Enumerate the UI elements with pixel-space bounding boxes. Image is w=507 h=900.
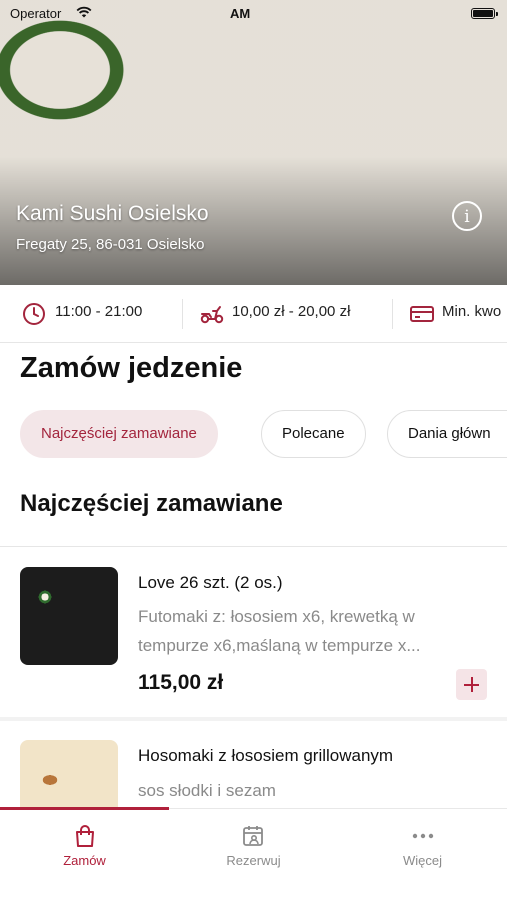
product-description: Futomaki z: łososiem x6, krewetką w temp…	[138, 602, 468, 660]
opening-hours: 11:00 - 21:00	[22, 303, 143, 325]
status-time: AM	[230, 6, 251, 21]
delivery-fee: 10,00 zł - 20,00 zł	[199, 303, 351, 324]
calendar-user-icon	[243, 826, 263, 846]
tab-label: Zamów	[63, 853, 106, 868]
tab-reserve[interactable]: Rezerwuj	[169, 809, 338, 879]
chip-most-ordered[interactable]: Najczęściej zamawiane	[20, 410, 218, 458]
divider	[182, 299, 183, 329]
restaurant-info-strip: 11:00 - 21:00 10,00 zł - 20,00 zł Min. k…	[0, 285, 507, 343]
wifi-icon	[76, 6, 92, 18]
product-image	[20, 567, 118, 665]
carrier-label: Operator	[10, 6, 62, 21]
list-section-title: Najczęściej zamawiane	[20, 490, 283, 517]
chip-main-dishes[interactable]: Dania główn	[387, 410, 507, 458]
scooter-icon	[200, 306, 224, 324]
restaurant-hero-image: Operator AM Kami Sushi Osielsko Fregaty …	[0, 0, 507, 285]
product-price: 115,00 zł	[138, 671, 224, 694]
add-to-cart-button[interactable]	[456, 669, 487, 700]
product-description: sos słodki i sezam	[138, 781, 276, 800]
chip-recommended[interactable]: Polecane	[261, 410, 366, 458]
opening-hours-text: 11:00 - 21:00	[55, 303, 143, 320]
product-name: Love 26 szt. (2 os.)	[138, 573, 283, 592]
status-bar: Operator AM	[0, 0, 507, 28]
bottom-tab-bar: Zamów Rezerwuj Więcej	[0, 807, 507, 900]
product-name: Hosomaki z łososiem grillowanym	[138, 746, 394, 765]
clock-icon	[23, 303, 45, 325]
restaurant-address: Fregaty 25, 86-031 Osielsko	[16, 236, 205, 253]
restaurant-info-button[interactable]: i	[452, 201, 482, 231]
restaurant-name: Kami Sushi Osielsko	[16, 202, 209, 225]
category-chips: Najczęściej zamawiane Polecane Dania głó…	[0, 410, 507, 460]
divider	[392, 299, 393, 329]
card-icon	[410, 306, 434, 322]
tab-more[interactable]: Więcej	[338, 809, 507, 879]
more-dots-icon	[412, 833, 434, 839]
tab-label: Więcej	[402, 853, 442, 868]
delivery-fee-text: 10,00 zł - 20,00 zł	[232, 303, 351, 320]
minimum-order-text: Min. kwo	[442, 303, 502, 320]
product-card[interactable]: Love 26 szt. (2 os.) Futomaki z: łososie…	[0, 547, 507, 717]
product-description-line: Futomaki z: łososiem x6, krewetką w	[138, 607, 415, 626]
product-description-line: tempurze x6,maślaną w tempurze x...	[138, 636, 421, 655]
product-card[interactable]: Hosomaki z łososiem grillowanym sos słod…	[0, 721, 507, 808]
tab-label: Rezerwuj	[226, 853, 281, 868]
page-title: Zamów jedzenie	[20, 352, 243, 384]
battery-icon	[471, 8, 498, 19]
minimum-order: Min. kwo	[409, 303, 502, 322]
product-image	[20, 740, 118, 808]
shopping-bag-icon	[76, 825, 94, 847]
tab-order[interactable]: Zamów	[0, 809, 169, 879]
info-icon: i	[464, 207, 470, 227]
